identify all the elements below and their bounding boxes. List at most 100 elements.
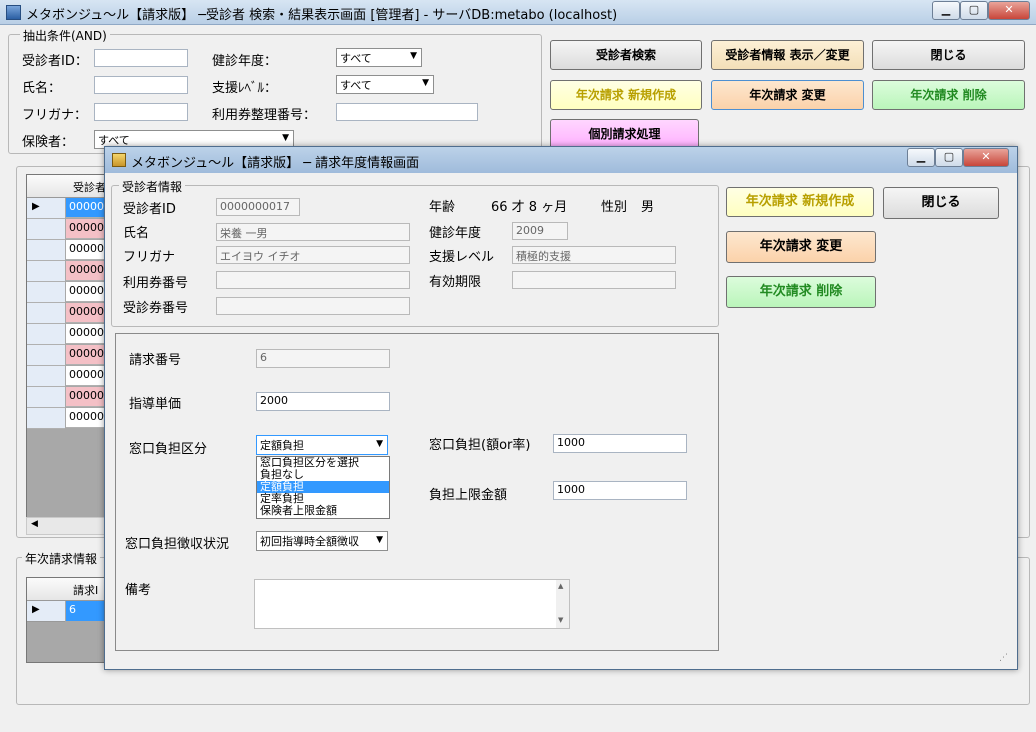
grid-row-header[interactable] (27, 282, 65, 303)
voucher-no-label: 利用券整理番号： (212, 108, 317, 123)
window-burden-collection-label: 窓口負担徴収状況 (125, 537, 230, 552)
main-close-button[interactable]: 閉じる (872, 40, 1025, 70)
patient-info-group-label: 受診者情報 (119, 178, 186, 195)
annual-grid-row-header[interactable]: ▶ (27, 601, 65, 622)
claim-no-field: 6 (256, 349, 390, 368)
window-burden-type-dropdown[interactable]: 窓口負担区分を選択 負担なし 定額負担 定率負担 保険者上限金額 (256, 456, 390, 519)
patient-id-label: 受診者ID： (22, 54, 88, 69)
maximize-button[interactable]: ▢ (960, 1, 988, 20)
checkup-year-label: 健診年度： (212, 54, 278, 69)
dlg-age-value: 66 才 8 ヶ月 (491, 200, 568, 215)
grid-row-header[interactable]: ▶ (27, 198, 65, 219)
window-burden-type-value: 定額負担 (260, 439, 304, 452)
dlg-support-level-label: 支援レベル (429, 250, 495, 265)
dlg-name-field: 栄養 一男 (216, 223, 410, 241)
dlg-annual-new-button[interactable]: 年次請求 新規作成 (726, 187, 874, 217)
grid-row-header[interactable] (27, 408, 65, 429)
claim-no-label: 請求番号 (129, 353, 182, 368)
chevron-down-icon[interactable]: ▼ (558, 616, 563, 624)
window-burden-collection-select[interactable]: 初回指導時全額徴収 ▼ (256, 531, 388, 551)
window-burden-type-select[interactable]: 定額負担 ▼ (256, 435, 388, 455)
furigana-input[interactable] (94, 103, 188, 121)
chevron-down-icon: ▼ (376, 535, 383, 545)
row-selector-icon: ▶ (32, 604, 40, 615)
grid-row-header[interactable] (27, 324, 65, 345)
checkup-year-select-value: すべて (340, 52, 372, 65)
dialog-minimize-button[interactable]: ▁ (907, 148, 935, 167)
patient-search-button[interactable]: 受診者検索 (550, 40, 702, 70)
dialog-close-window-button[interactable]: ✕ (963, 148, 1009, 167)
window-burden-amount-label: 窓口負担(額or率) (429, 438, 531, 453)
dlg-checkup-no-label: 受診券番号 (123, 301, 189, 316)
main-titlebar: メタボンジュ～ル【請求版】 ─受診者 検索・結果表示画面 [管理者] - サーバ… (0, 0, 1036, 25)
main-annual-change-button[interactable]: 年次請求 変更 (711, 80, 864, 110)
main-annual-new-button[interactable]: 年次請求 新規作成 (550, 80, 702, 110)
insurer-label: 保険者： (22, 135, 75, 150)
resize-grip-icon[interactable]: ⋰ (999, 653, 1008, 663)
dlg-annual-delete-button[interactable]: 年次請求 削除 (726, 276, 876, 308)
claim-year-dialog: メタボンジュ～ル【請求版】 ─ 請求年度情報画面 ▁ ▢ ✕ 受診者情報 受診者… (104, 146, 1018, 670)
remarks-textarea[interactable] (254, 579, 570, 629)
dialog-maximize-button[interactable]: ▢ (935, 148, 963, 167)
annual-grid-header-row (27, 578, 111, 601)
grid-row-header[interactable] (27, 219, 65, 240)
dialog-title: メタボンジュ～ル【請求版】 ─ 請求年度情報画面 (131, 156, 420, 171)
dlg-close-button[interactable]: 閉じる (883, 187, 999, 219)
dlg-voucher-field (216, 271, 410, 289)
patient-id-input[interactable] (94, 49, 188, 67)
dlg-checkup-year-field: 2009 (512, 222, 568, 240)
grid-row-header[interactable] (27, 240, 65, 261)
name-label: 氏名： (22, 81, 62, 96)
close-window-button[interactable]: ✕ (988, 1, 1030, 20)
main-annual-delete-button[interactable]: 年次請求 削除 (872, 80, 1025, 110)
annual-claim-group-label: 年次請求情報 (22, 550, 101, 567)
burden-max-input[interactable]: 1000 (553, 481, 687, 500)
remarks-label: 備考 (125, 583, 152, 598)
grid-row-header[interactable] (27, 387, 65, 408)
support-level-select[interactable]: すべて ▼ (336, 75, 434, 94)
chevron-up-icon[interactable]: ▲ (558, 582, 563, 590)
burden-max-label: 負担上限金額 (429, 488, 508, 503)
dlg-voucher-label: 利用券番号 (123, 276, 189, 291)
name-input[interactable] (94, 76, 188, 94)
dlg-checkup-year-label: 健診年度 (429, 226, 482, 241)
grid-row-header[interactable] (27, 303, 65, 324)
individual-claim-button[interactable]: 個別請求処理 (550, 119, 699, 149)
window-burden-amount-input[interactable]: 1000 (553, 434, 687, 453)
minimize-button[interactable]: ▁ (932, 1, 960, 20)
grid-row-header[interactable] (27, 366, 65, 387)
patient-info-button[interactable]: 受診者情報 表示／変更 (711, 40, 864, 70)
chevron-down-icon: ▼ (410, 51, 417, 61)
support-level-label: 支援ﾚﾍﾞﾙ： (212, 81, 278, 96)
chevron-down-icon: ▼ (422, 78, 429, 88)
patient-grid[interactable]: 受診者 ▶ 000000 000000 000000 000000 000000 00000… (26, 174, 112, 519)
annual-grid-header-claim[interactable]: 請求I (73, 582, 98, 598)
checkup-year-select[interactable]: すべて ▼ (336, 48, 422, 67)
dlg-valid-until-field (512, 271, 676, 289)
voucher-no-input[interactable] (336, 103, 478, 121)
dlg-valid-until-label: 有効期限 (429, 275, 482, 290)
dlg-annual-change-button[interactable]: 年次請求 変更 (726, 231, 876, 263)
remarks-scrollbar[interactable]: ▲ ▼ (556, 580, 569, 628)
chevron-down-icon: ▼ (376, 439, 383, 449)
dlg-furigana-field: エイヨウ イチオ (216, 246, 410, 264)
grid-horizontal-scrollbar[interactable]: ◀ (26, 517, 112, 535)
guidance-price-input[interactable]: 2000 (256, 392, 390, 411)
dropdown-option[interactable]: 保険者上限金額 (257, 505, 389, 517)
dlg-name-label: 氏名 (123, 226, 150, 241)
chevron-down-icon: ▼ (282, 133, 289, 143)
row-selector-icon: ▶ (32, 201, 40, 212)
app-icon (6, 5, 21, 20)
furigana-label: フリガナ： (22, 108, 88, 123)
dialog-app-icon (112, 153, 126, 167)
grid-row-header[interactable] (27, 261, 65, 282)
dlg-sex-value: 男 (641, 200, 655, 215)
grid-header-patient[interactable]: 受診者 (73, 179, 106, 195)
guidance-price-label: 指導単価 (129, 397, 182, 412)
dlg-checkup-no-field (216, 297, 410, 315)
dlg-support-level-field: 積極的支援 (512, 246, 676, 264)
chevron-left-icon[interactable]: ◀ (31, 519, 38, 529)
dlg-patient-id-label: 受診者ID (123, 202, 176, 217)
grid-row-header[interactable] (27, 345, 65, 366)
annual-grid[interactable]: 請求I ▶ 6 (26, 577, 112, 663)
